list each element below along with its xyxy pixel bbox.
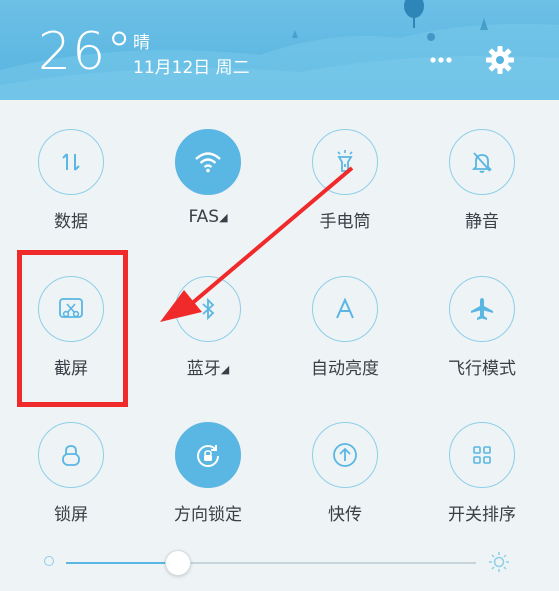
tile-quick-transfer[interactable]: 快传 (285, 422, 405, 525)
tile-flashlight[interactable]: 手电筒 (285, 129, 405, 232)
tile-lock[interactable]: 锁屏 (11, 422, 131, 525)
data-toggle-button[interactable] (38, 129, 104, 195)
annotation-highlight-box (17, 250, 128, 407)
tile-label: 手电筒 (319, 212, 371, 232)
tile-data[interactable]: 数据 (11, 129, 131, 232)
dropdown-indicator-icon: ◢ (220, 363, 230, 376)
tile-rotation-lock[interactable]: 方向锁定 (148, 422, 268, 525)
dropdown-indicator-icon: ◢ (219, 211, 228, 224)
lock-icon (62, 445, 80, 466)
mute-toggle-button[interactable] (449, 129, 515, 195)
wifi-icon (195, 152, 221, 173)
sort-switches-button[interactable] (449, 422, 515, 488)
tile-label: 飞行模式 (448, 359, 516, 379)
date-text: 11月12日 周二 (133, 58, 250, 78)
tile-label: FAS (188, 207, 220, 227)
more-button[interactable] (425, 48, 457, 72)
bluetooth-toggle-button[interactable] (175, 276, 241, 342)
brightness-low-icon (44, 556, 54, 566)
airplane-toggle-button[interactable] (449, 276, 515, 342)
tile-label: 开关排序 (448, 505, 516, 525)
more-icon (430, 57, 452, 63)
rotation-lock-toggle-button[interactable] (175, 422, 241, 488)
quick-transfer-icon (333, 443, 357, 467)
bell-mute-icon (471, 152, 493, 173)
tile-mute[interactable]: 静音 (422, 129, 542, 232)
tile-label: 数据 (54, 212, 88, 232)
auto-brightness-icon (336, 297, 354, 319)
flashlight-toggle-button[interactable] (312, 129, 378, 195)
brightness-slider-fill (66, 562, 177, 564)
tile-bluetooth[interactable]: 蓝牙◢ (148, 276, 268, 379)
brightness-slider-thumb[interactable] (164, 550, 191, 576)
tile-auto-brightness[interactable]: 自动亮度 (285, 276, 405, 379)
tile-label: 锁屏 (54, 505, 88, 525)
bluetooth-icon (202, 297, 215, 321)
tile-sort[interactable]: 开关排序 (422, 422, 542, 525)
airplane-icon (471, 298, 493, 320)
flashlight-icon (337, 150, 353, 172)
tile-label: 静音 (465, 212, 499, 232)
tile-label: 自动亮度 (311, 359, 379, 379)
tile-label: 方向锁定 (174, 505, 242, 525)
brightness-slider[interactable] (66, 550, 476, 576)
auto-brightness-toggle-button[interactable] (312, 276, 378, 342)
gear-icon (486, 46, 514, 74)
tile-label: 快传 (328, 505, 362, 525)
tile-wifi[interactable]: FAS◢ (148, 129, 268, 227)
grid-sort-icon (473, 446, 491, 464)
wifi-toggle-button[interactable] (175, 129, 241, 195)
tile-airplane[interactable]: 飞行模式 (422, 276, 542, 379)
rotation-lock-icon (197, 445, 219, 467)
weather-condition: 晴 (133, 33, 150, 53)
tile-label: 蓝牙 (186, 359, 221, 379)
lock-screen-button[interactable] (38, 422, 104, 488)
data-arrows-icon (62, 153, 80, 171)
settings-button[interactable] (484, 44, 516, 76)
brightness-high-icon (489, 552, 509, 572)
status-header: 26° 晴 11月12日 周二 (0, 0, 559, 100)
temperature: 26° (38, 22, 134, 82)
quick-transfer-button[interactable] (312, 422, 378, 488)
